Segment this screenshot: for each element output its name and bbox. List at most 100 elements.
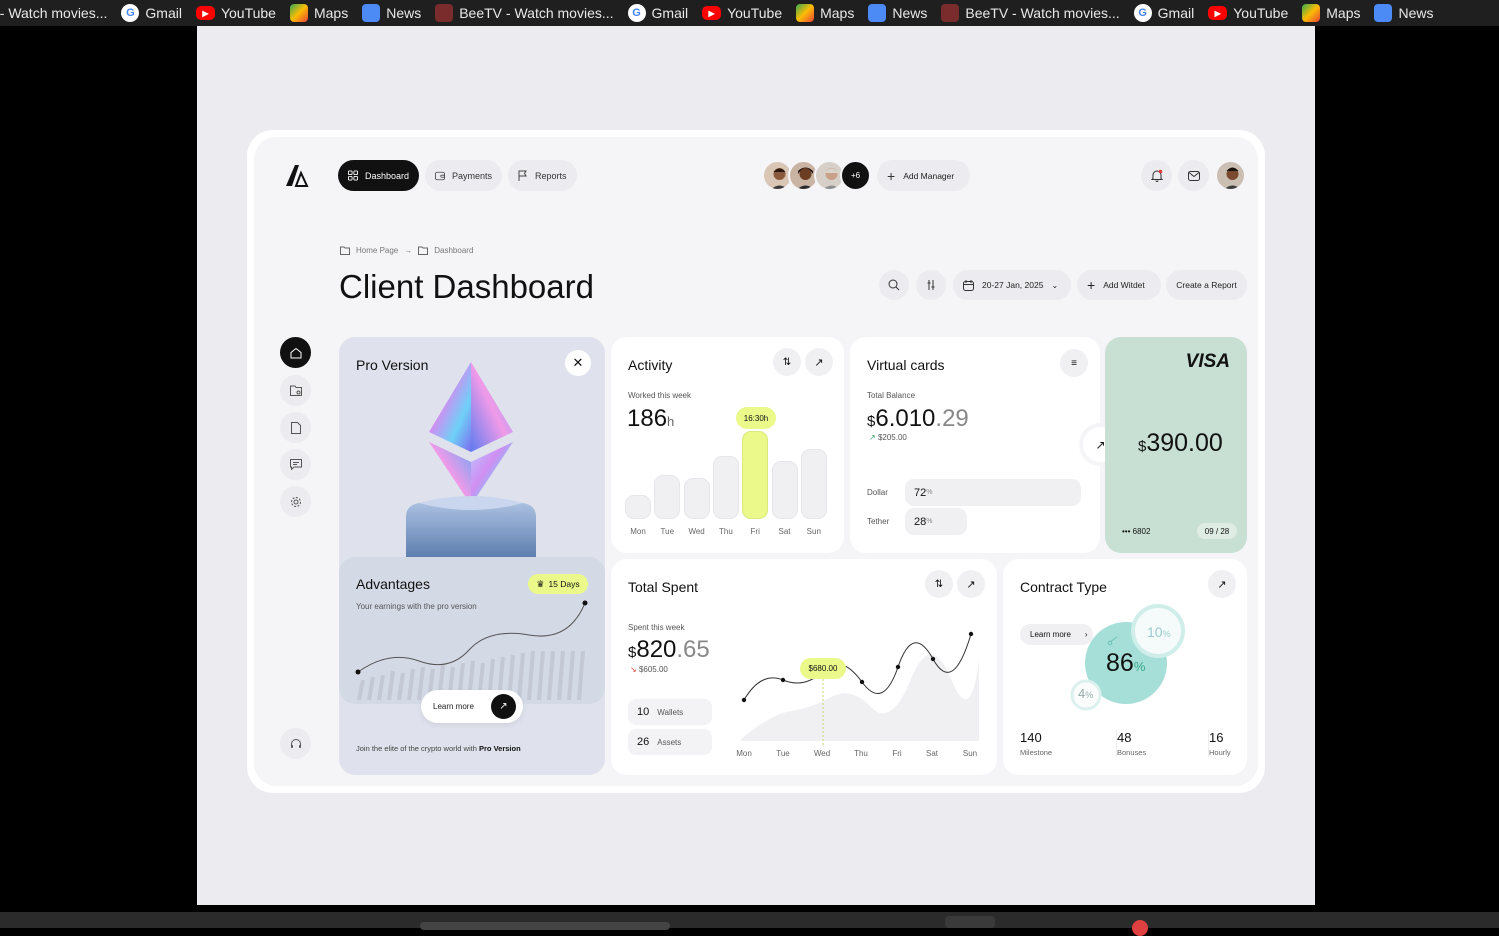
sidebar-document-button[interactable] [280, 412, 311, 443]
contract-stat-value: 140 [1020, 730, 1042, 745]
breadcrumb-arrow: → [404, 246, 413, 255]
pro-version-card: Pro Version ✕ Advantages ♛ 15 Days Your … [339, 337, 605, 775]
bookmark-item[interactable]: / - Watch movies... [0, 5, 107, 21]
bookmark-item[interactable]: Maps [289, 4, 348, 22]
breadcrumb-current[interactable]: Dashboard [434, 246, 473, 255]
recording-indicator-icon [1132, 920, 1148, 936]
bookmark-item[interactable]: G Gmail [627, 4, 689, 22]
activity-bar[interactable] [742, 431, 769, 519]
balance-int: 6.010 [875, 405, 936, 432]
bookmark-item[interactable]: News [868, 4, 927, 22]
sidebar-chat-button[interactable] [280, 449, 311, 480]
activity-day-label: Wed [688, 527, 705, 536]
notification-button[interactable] [1141, 160, 1172, 191]
bookmark-item[interactable]: News [1374, 4, 1434, 22]
create-report-button[interactable]: Create a Report [1166, 270, 1247, 300]
google-icon: G [627, 4, 646, 22]
contract-main-number: 86 [1106, 649, 1134, 677]
user-profile-avatar[interactable] [1215, 160, 1246, 191]
gear-icon [290, 496, 301, 507]
search-button[interactable] [879, 270, 909, 300]
bookmark-item[interactable]: ▶ YouTube [1208, 5, 1288, 21]
calendar-icon [963, 279, 974, 291]
visa-balance: $390.00 [1138, 429, 1223, 458]
activity-bar[interactable] [625, 495, 651, 519]
bookmark-item[interactable]: Maps [796, 4, 854, 22]
team-more-count[interactable]: +6 [840, 160, 871, 191]
nav-dashboard-button[interactable]: Dashboard [338, 160, 419, 191]
crown-icon: ♛ [536, 578, 545, 589]
learn-more-pro-label: Learn more [433, 702, 474, 711]
sidebar-settings-button[interactable] [280, 486, 311, 517]
bookmark-item[interactable]: ▶ YouTube [195, 5, 276, 21]
pro-footer-bold[interactable]: Pro Version [479, 744, 521, 753]
arrow-up-right-icon: ↗ [966, 578, 976, 591]
activity-bar[interactable] [654, 475, 681, 519]
arrow-up-right-icon: ↗ [491, 694, 516, 719]
spent-line-chart [741, 631, 979, 747]
wallets-stat[interactable]: 10 Wallets [628, 699, 712, 725]
bookmark-item[interactable]: BeeTV - Watch movies... [941, 4, 1120, 22]
bookmark-label: YouTube [220, 5, 276, 21]
add-widget-button[interactable]: + Add Witdet [1077, 270, 1161, 300]
ethereum-crystal-illustration [406, 362, 536, 557]
maps-icon [289, 4, 308, 22]
activity-bar[interactable] [771, 461, 798, 519]
currency-share-value: 72 [914, 486, 927, 499]
learn-more-pro-button[interactable]: Learn more ↗ [421, 690, 523, 723]
nav-payments-button[interactable]: Payments [425, 160, 502, 191]
contract-type-card: Contract Type ↗ Learn more › 86% 10% 4% 1… [1003, 559, 1247, 775]
filter-button[interactable] [916, 270, 946, 300]
bookmark-label: BeeTV - Watch movies... [965, 5, 1120, 21]
contract-stat: 140 Milestone [1020, 730, 1052, 757]
activity-total: 186h [627, 405, 674, 433]
contract-title: Contract Type [1020, 579, 1107, 595]
bookmark-item[interactable]: G Gmail [1133, 4, 1194, 22]
document-icon [290, 421, 301, 434]
activity-bar[interactable] [683, 478, 710, 519]
visa-card-number: ••• 6802 [1122, 527, 1150, 536]
bookmark-item[interactable]: ▶ YouTube [702, 5, 782, 21]
add-manager-button[interactable]: + Add Manager [877, 160, 970, 191]
activity-bar[interactable] [800, 449, 827, 519]
close-icon[interactable]: ✕ [565, 350, 591, 376]
activity-expand-button[interactable]: ↗ [805, 348, 833, 376]
trend-down-icon: ↘ [630, 665, 637, 674]
date-range-picker[interactable]: 20-27 Jan, 2025 ⌄ [953, 270, 1071, 300]
bookmark-item[interactable]: News [362, 4, 421, 22]
activity-subtitle: Worked this week [628, 391, 691, 400]
bookmark-item[interactable]: BeeTV - Watch movies... [435, 4, 614, 22]
taskbar-search[interactable] [420, 922, 670, 930]
date-range-label: 20-27 Jan, 2025 [982, 280, 1044, 290]
bookmark-label: Gmail [651, 5, 689, 21]
sidebar-home-button[interactable] [280, 337, 311, 368]
total-spent-card: Total Spent ⇅ ↗ Spent this week $820.65 … [611, 559, 997, 775]
activity-filter-button[interactable]: ⇅ [773, 348, 801, 376]
bookmark-item[interactable]: Maps [1302, 4, 1360, 22]
activity-bar[interactable] [712, 456, 739, 519]
taskbar-app[interactable] [945, 916, 995, 928]
assets-stat[interactable]: 26 Assets [628, 729, 712, 755]
folder-icon [289, 385, 302, 396]
virtual-cards-menu-button[interactable]: ≡ [1060, 349, 1088, 377]
sidebar-support-button[interactable] [280, 728, 311, 759]
visa-card[interactable]: VISA $390.00 ••• 6802 09 / 28 [1105, 337, 1247, 553]
breadcrumb-home[interactable]: Home Page [356, 246, 398, 255]
spent-highlight-badge: $680.00 [800, 658, 846, 679]
arrow-up-right-icon: ↗ [814, 356, 824, 369]
bookmark-label: News [892, 5, 928, 21]
spent-day-label: Tue [776, 749, 790, 758]
messages-button[interactable] [1178, 160, 1209, 191]
bookmark-item[interactable]: G Gmail [121, 4, 182, 22]
spent-expand-button[interactable]: ↗ [957, 570, 985, 598]
breadcrumb: Home Page → Dashboard [340, 246, 473, 255]
balance-change: ↗ $205.00 [869, 433, 907, 442]
sidebar-folder-button[interactable] [280, 375, 311, 406]
spent-filter-button[interactable]: ⇅ [925, 570, 953, 598]
nav-reports-button[interactable]: Reports [508, 160, 577, 191]
contract-expand-button[interactable]: ↗ [1208, 570, 1236, 598]
sliders-icon [927, 280, 935, 290]
brand-logo-icon[interactable] [284, 163, 310, 187]
visa-expiry: 09 / 28 [1197, 523, 1237, 539]
folder-icon [340, 246, 350, 255]
